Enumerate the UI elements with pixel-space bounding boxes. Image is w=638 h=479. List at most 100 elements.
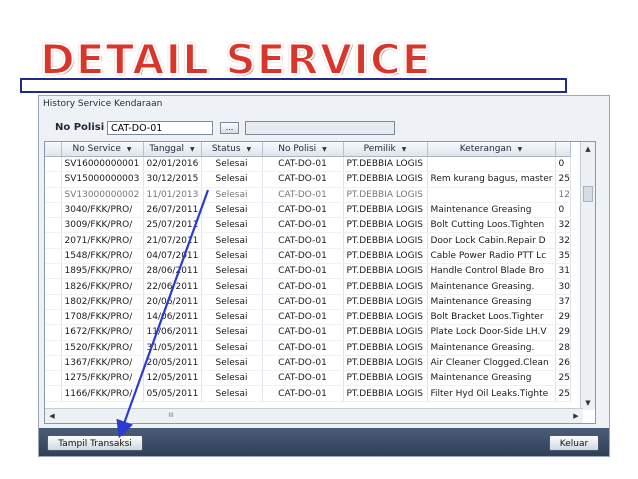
cell-no-polisi: CAT-DO-01 [262, 156, 344, 173]
service-grid[interactable]: No Service ▼ Tanggal ▼ Status ▼ No Polisi ▼ … [44, 141, 596, 424]
column-header-extra[interactable] [555, 142, 571, 157]
cell-status: Selesai [201, 217, 263, 234]
cell-pemilik: PT.DEBBIA LOGIS [343, 370, 428, 387]
slide-title: DETAIL SERVICE [39, 35, 432, 84]
row-indicator[interactable] [45, 248, 62, 265]
cell-keterangan: Air Cleaner Clogged.Clean [427, 355, 556, 372]
vertical-scrollbar[interactable]: ▲ ▼ [580, 142, 595, 410]
horizontal-scrollbar[interactable]: ◀ III ▶ [45, 408, 583, 423]
row-indicator[interactable] [45, 370, 62, 387]
row-indicator[interactable] [45, 263, 62, 280]
cell-keterangan [427, 156, 556, 173]
cell-extra: 26 [555, 355, 571, 372]
cell-no-service: 1672/FKK/PRO/ [61, 324, 144, 341]
table-row[interactable]: 1166/FKK/PRO/05/05/2011 Selesai CAT-DO-01 P… [45, 385, 571, 402]
table-row[interactable]: 1672/FKK/PRO/11/06/2011 Selesai CAT-DO-01 P… [45, 324, 571, 341]
table-row[interactable]: 1367/FKK/PRO/20/05/2011 Selesai CAT-DO-01 P… [45, 355, 571, 372]
cell-no-service: SV16000000001 [61, 156, 144, 173]
scroll-down-icon[interactable]: ▼ [582, 397, 594, 409]
row-indicator[interactable] [45, 171, 62, 188]
table-row[interactable]: 1802/FKK/PRO/20/06/2011 Selesai CAT-DO-01 P… [45, 294, 571, 310]
cell-no-polisi: CAT-DO-01 [262, 340, 344, 356]
no-polisi-input[interactable]: CAT-DO-01 [107, 121, 213, 135]
horizontal-scroll-thumb[interactable]: III [163, 412, 179, 419]
cell-extra: 31 [555, 263, 571, 280]
cell-status: Selesai [201, 355, 263, 372]
table-row[interactable]: 1708/FKK/PRO/14/06/2011 Selesai CAT-DO-01 P… [45, 309, 571, 326]
row-indicator[interactable] [45, 355, 62, 372]
cell-status: Selesai [201, 202, 263, 219]
keluar-button[interactable]: Keluar [549, 435, 599, 451]
row-indicator[interactable] [45, 385, 62, 402]
cell-tanggal: 21/07/2011 [143, 232, 202, 249]
table-row[interactable]: 1275/FKK/PRO/12/05/2011 Selesai CAT-DO-01 P… [45, 370, 571, 387]
cell-no-polisi: CAT-DO-01 [262, 385, 344, 402]
row-indicator[interactable] [45, 202, 62, 219]
row-indicator[interactable] [45, 232, 62, 249]
column-header-pemilik[interactable]: Pemilik ▼ [343, 142, 428, 157]
cell-no-polisi: CAT-DO-01 [262, 171, 344, 188]
cell-status: Selesai [201, 232, 263, 249]
table-row[interactable]: 1520/FKK/PRO/31/05/2011 Selesai CAT-DO-01 P… [45, 340, 571, 356]
cell-no-polisi: CAT-DO-01 [262, 187, 344, 203]
cell-keterangan: Maintenance Greasing [427, 370, 556, 387]
column-header-keterangan[interactable]: Keterangan ▼ [427, 142, 556, 157]
vertical-scroll-thumb[interactable] [583, 186, 593, 202]
sort-arrow-icon: ▼ [322, 146, 327, 153]
table-row[interactable]: 3009/FKK/PRO/25/07/2011 Selesai CAT-DO-01 P… [45, 217, 571, 234]
cell-tanggal: 05/05/2011 [143, 385, 202, 402]
row-indicator[interactable] [45, 309, 62, 326]
row-indicator[interactable] [45, 294, 62, 310]
row-indicator[interactable] [45, 217, 62, 234]
table-row[interactable]: SV15000000003 30/12/2015 Selesai CAT-DO-01 P… [45, 171, 571, 188]
table-header-row: No Service ▼ Tanggal ▼ Status ▼ No Polisi ▼ … [45, 142, 571, 157]
cell-tanggal: 28/06/2011 [143, 263, 202, 280]
cell-tanggal: 20/06/2011 [143, 294, 202, 310]
cell-no-service: 3009/FKK/PRO/ [61, 217, 144, 234]
column-header-status[interactable]: Status ▼ [201, 142, 263, 157]
cell-extra: 25 [555, 370, 571, 387]
row-indicator[interactable] [45, 324, 62, 341]
cell-no-service: 1520/FKK/PRO/ [61, 340, 144, 356]
cell-status: Selesai [201, 187, 263, 203]
tampil-transaksi-button[interactable]: Tampil Transaksi [47, 435, 143, 451]
scroll-left-icon[interactable]: ◀ [46, 410, 58, 422]
scroll-up-icon[interactable]: ▲ [582, 143, 594, 155]
cell-no-polisi: CAT-DO-01 [262, 355, 344, 372]
table-row[interactable]: SV16000000001 02/01/2016 Selesai CAT-DO-01 P… [45, 156, 571, 173]
table-row[interactable]: 1548/FKK/PRO/04/07/2011 Selesai CAT-DO-01 P… [45, 248, 571, 265]
cell-status: Selesai [201, 324, 263, 341]
row-indicator[interactable] [45, 156, 62, 173]
table-row[interactable]: 2071/FKK/PRO/21/07/2011 Selesai CAT-DO-01 P… [45, 232, 571, 249]
table-row[interactable]: 1895/FKK/PRO/28/06/2011 Selesai CAT-DO-01 P… [45, 263, 571, 280]
cell-status: Selesai [201, 263, 263, 280]
table-row[interactable]: 1826/FKK/PRO/22/06/2011 Selesai CAT-DO-01 P… [45, 278, 571, 295]
cell-no-polisi: CAT-DO-01 [262, 370, 344, 387]
table-row[interactable]: SV13000000002 11/01/2013 Selesai CAT-DO-01 P… [45, 187, 571, 203]
window-footer: Tampil Transaksi Keluar [39, 428, 609, 456]
row-indicator[interactable] [45, 340, 62, 356]
cell-pemilik: PT.DEBBIA LOGIS [343, 385, 428, 402]
cell-status: Selesai [201, 171, 263, 188]
cell-no-service: 2071/FKK/PRO/ [61, 232, 144, 249]
column-header-no-polisi[interactable]: No Polisi ▼ [262, 142, 344, 157]
browse-button[interactable]: ... [220, 122, 239, 134]
cell-extra: 0 [555, 156, 571, 173]
column-header-tanggal[interactable]: Tanggal ▼ [143, 142, 202, 157]
window-title: History Service Kendaraan [43, 99, 163, 109]
cell-keterangan: Maintenance Greasing. [427, 340, 556, 356]
cell-tanggal: 14/06/2011 [143, 309, 202, 326]
row-indicator[interactable] [45, 278, 62, 295]
no-polisi-description-field[interactable] [245, 121, 395, 135]
cell-no-polisi: CAT-DO-01 [262, 202, 344, 219]
cell-extra: 30 [555, 278, 571, 295]
cell-pemilik: PT.DEBBIA LOGIS [343, 248, 428, 265]
cell-no-polisi: CAT-DO-01 [262, 294, 344, 310]
scroll-right-icon[interactable]: ▶ [570, 410, 582, 422]
cell-keterangan: Maintenance Greasing. [427, 278, 556, 295]
cell-no-service: SV13000000002 [61, 187, 144, 203]
table-row[interactable]: 3040/FKK/PRO/26/07/2011 Selesai CAT-DO-01 P… [45, 202, 571, 219]
cell-keterangan: Handle Control Blade Bro [427, 263, 556, 280]
row-indicator[interactable] [45, 187, 62, 203]
column-header-no-service[interactable]: No Service ▼ [61, 142, 144, 157]
